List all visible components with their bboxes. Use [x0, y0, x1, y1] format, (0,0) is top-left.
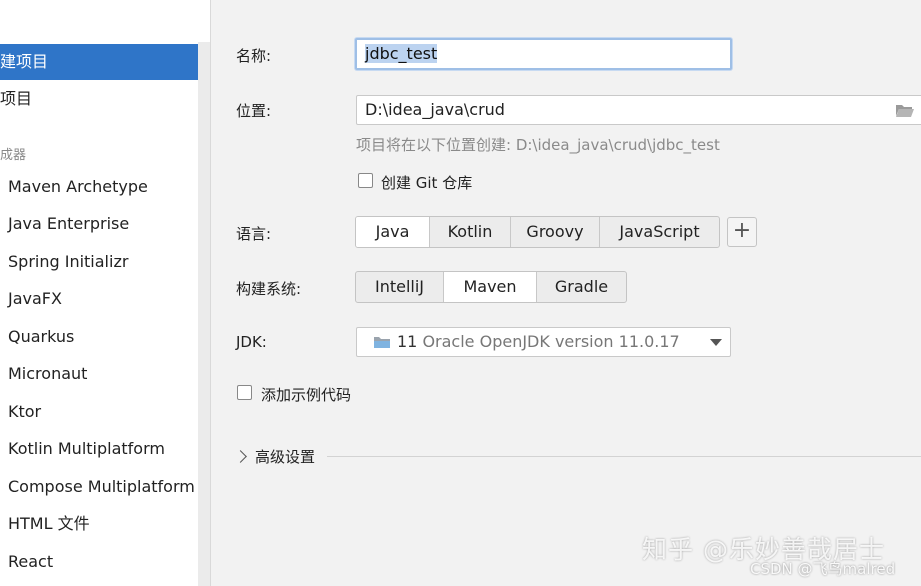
- left-panel-header: [0, 0, 210, 42]
- language-selector: Java Kotlin Groovy JavaScript: [355, 216, 720, 248]
- sidebar-item-label: React: [8, 552, 54, 571]
- sample-code-checkbox-label: 添加示例代码: [261, 386, 352, 404]
- language-java-button[interactable]: Java: [356, 217, 430, 247]
- sidebar-item-label: Compose Multiplatform: [8, 477, 195, 496]
- left-panel: 新建项目 空项目 生成器 Maven Archetype Java Enterp…: [0, 0, 211, 586]
- build-system-selector: IntelliJ Maven Gradle: [355, 271, 627, 303]
- build-maven-button[interactable]: Maven: [444, 272, 537, 302]
- sidebar-item-label: Spring Initializr: [8, 252, 129, 271]
- sidebar-item-micronaut[interactable]: Micronaut: [0, 356, 205, 392]
- jdk-name: Oracle OpenJDK version 11.0.17: [422, 332, 680, 351]
- language-javascript-button[interactable]: JavaScript: [600, 217, 719, 247]
- sidebar-item-compose-multiplatform[interactable]: Compose Multiplatform: [0, 469, 205, 505]
- name-input-value: jdbc_test: [365, 44, 438, 63]
- language-groovy-button[interactable]: Groovy: [511, 217, 600, 247]
- sidebar-item-new-project[interactable]: 新建项目: [0, 44, 205, 80]
- chevron-right-icon: [234, 450, 247, 463]
- location-hint: 项目将在以下位置创建: D:\idea_java\crud\jdbc_test: [356, 136, 720, 154]
- sidebar-item-empty-project[interactable]: 空项目: [0, 81, 205, 117]
- sidebar-item-maven-archetype[interactable]: Maven Archetype: [0, 169, 205, 205]
- git-checkbox[interactable]: [358, 173, 373, 188]
- build-system-label: 构建系统:: [236, 280, 302, 298]
- build-intellij-button[interactable]: IntelliJ: [356, 272, 444, 302]
- sidebar-item-label: Maven Archetype: [8, 177, 148, 196]
- sidebar-item-label: HTML 文件: [8, 514, 90, 533]
- sidebar-item-label: Ktor: [8, 402, 42, 421]
- sample-code-checkbox[interactable]: [237, 385, 252, 400]
- sidebar-item-label: JavaFX: [8, 289, 62, 308]
- folder-open-icon[interactable]: [895, 102, 915, 118]
- jdk-value: 11 Oracle OpenJDK version 11.0.17: [397, 328, 680, 356]
- sidebar-item-label: Quarkus: [8, 327, 75, 346]
- sidebar-item-html-file[interactable]: HTML 文件: [0, 506, 205, 542]
- jdk-folder-icon: [374, 337, 390, 348]
- location-input-value: D:\idea_java\crud: [365, 100, 505, 119]
- name-label: 名称:: [236, 47, 272, 65]
- advanced-settings-label: 高级设置: [255, 448, 316, 466]
- git-checkbox-label: 创建 Git 仓库: [381, 174, 473, 192]
- language-label: 语言:: [236, 225, 272, 243]
- sidebar-item-javafx[interactable]: JavaFX: [0, 281, 205, 317]
- advanced-settings-toggle[interactable]: 高级设置: [234, 446, 316, 467]
- sidebar-item-label: Micronaut: [8, 364, 88, 383]
- location-input[interactable]: D:\idea_java\crud: [356, 95, 921, 125]
- sidebar-item-ktor[interactable]: Ktor: [0, 394, 205, 430]
- jdk-dropdown[interactable]: 11 Oracle OpenJDK version 11.0.17: [356, 327, 731, 357]
- sidebar-item-label: 新建项目: [0, 52, 49, 71]
- sidebar-item-label: Java Enterprise: [8, 214, 130, 233]
- sidebar-item-label: Kotlin Multiplatform: [8, 439, 165, 458]
- language-kotlin-button[interactable]: Kotlin: [430, 217, 511, 247]
- sidebar-item-label: 空项目: [0, 89, 33, 108]
- sidebar-item-java-enterprise[interactable]: Java Enterprise: [0, 206, 205, 242]
- chevron-down-icon: [710, 339, 722, 346]
- generators-heading: 生成器: [0, 148, 27, 163]
- location-label: 位置:: [236, 102, 272, 120]
- sidebar-item-quarkus[interactable]: Quarkus: [0, 319, 205, 355]
- build-gradle-button[interactable]: Gradle: [537, 272, 626, 302]
- add-language-button[interactable]: +: [727, 217, 757, 247]
- csdn-watermark: CSDN @飞鸟malred: [750, 560, 896, 578]
- sidebar-item-react[interactable]: React: [0, 544, 205, 580]
- sidebar-scrollbar[interactable]: [198, 42, 210, 586]
- sidebar-item-spring-initializr[interactable]: Spring Initializr: [0, 244, 205, 280]
- jdk-version: 11: [397, 332, 418, 351]
- name-input[interactable]: jdbc_test: [355, 38, 732, 70]
- sidebar-item-kotlin-multiplatform[interactable]: Kotlin Multiplatform: [0, 431, 205, 467]
- advanced-divider: [327, 456, 921, 457]
- jdk-label: JDK:: [236, 333, 267, 351]
